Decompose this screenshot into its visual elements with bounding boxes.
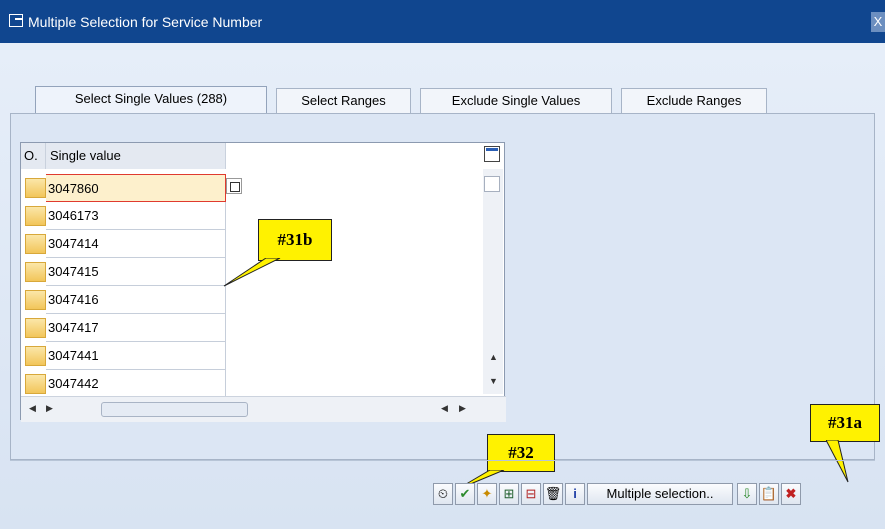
table-row: 3047441	[21, 342, 226, 370]
callout-32: #32	[487, 434, 555, 472]
row-selector[interactable]	[25, 346, 46, 366]
tab-label: Exclude Single Values	[451, 93, 581, 108]
scroll-up-icon[interactable]: ▲	[489, 352, 498, 362]
value-input[interactable]: 3047414	[46, 230, 226, 258]
scroll-right-icon[interactable]: ▶	[459, 403, 466, 414]
scroll-right-icon[interactable]: ▶	[46, 403, 53, 414]
value-input[interactable]: 3047417	[46, 314, 226, 342]
row-selector[interactable]	[25, 234, 46, 254]
cancel-icon[interactable]: ✖	[781, 483, 801, 505]
multi-line-entry-icon[interactable]	[226, 178, 242, 194]
table-row: 3047414	[21, 230, 226, 258]
value-input[interactable]: 3047441	[46, 342, 226, 370]
value-input[interactable]: 3047860	[46, 174, 226, 202]
row-selector[interactable]	[25, 206, 46, 226]
scroll-thumb[interactable]	[101, 402, 248, 417]
callout-pointer	[223, 258, 281, 287]
row-selector[interactable]	[25, 374, 46, 394]
insert-line-icon[interactable]: ⊞	[499, 483, 519, 505]
scroll-thumb[interactable]	[484, 176, 500, 192]
table-row: 3047415	[21, 258, 226, 286]
scroll-down-icon[interactable]: ▼	[489, 376, 498, 386]
value-input[interactable]: 3047442	[46, 370, 226, 398]
row-selector[interactable]	[25, 178, 46, 198]
delete-line-icon[interactable]: ⊟	[521, 483, 541, 505]
callout-pointer	[826, 440, 849, 483]
tab-label: Exclude Ranges	[646, 93, 742, 108]
value-input[interactable]: 3047416	[46, 286, 226, 314]
callout-31a: #31a	[810, 404, 880, 442]
row-selector[interactable]	[25, 262, 46, 282]
tab-select-single-values[interactable]: Select Single Values (288)	[35, 86, 267, 113]
import-icon[interactable]: ⇩	[737, 483, 757, 505]
window-icon	[9, 14, 23, 27]
scroll-left-icon[interactable]: ◀	[29, 403, 36, 414]
value-input[interactable]: 3046173	[46, 202, 226, 230]
tab-exclude-single-values[interactable]: Exclude Single Values	[420, 88, 612, 113]
table-row: 3046173	[21, 202, 226, 230]
value-input[interactable]: 3047415	[46, 258, 226, 286]
info-icon[interactable]: i	[565, 483, 585, 505]
tab-label: Select Single Values (288)	[74, 91, 228, 106]
scroll-left-icon[interactable]: ◀	[441, 403, 448, 414]
window-title: Multiple Selection for Service Number	[28, 14, 263, 30]
trash-icon[interactable]: 🗑	[543, 483, 563, 505]
tab-select-ranges[interactable]: Select Ranges	[276, 88, 411, 113]
table-row: 3047860	[21, 174, 226, 202]
paste-clipboard-icon[interactable]: 📋	[759, 483, 779, 505]
grid-settings-icon[interactable]	[484, 146, 500, 162]
vertical-scrollbar[interactable]: ▲ ▼	[483, 169, 503, 394]
column-header-single-value[interactable]: Single value	[46, 143, 226, 169]
tab-label: Select Ranges	[301, 93, 386, 108]
callout-31b: #31b	[258, 219, 332, 261]
check-icon[interactable]: ✔	[455, 483, 475, 505]
multiple-selection-button[interactable]: Multiple selection..	[587, 483, 733, 505]
row-selector[interactable]	[25, 290, 46, 310]
horizontal-scrollbar[interactable]: ◀ ▶ ◀ ▶	[21, 396, 506, 422]
multi-select-icon[interactable]: ✦	[477, 483, 497, 505]
table-row: 3047416	[21, 286, 226, 314]
window-titlebar: Multiple Selection for Service Number X	[0, 0, 885, 43]
clock-execute-icon[interactable]: ⏲	[433, 483, 453, 505]
table-row: 3047417	[21, 314, 226, 342]
table-row: 3047442	[21, 370, 226, 398]
close-icon[interactable]: X	[871, 12, 885, 32]
column-header-option[interactable]: O.	[21, 143, 46, 169]
row-selector[interactable]	[25, 318, 46, 338]
tab-exclude-ranges[interactable]: Exclude Ranges	[621, 88, 767, 113]
footer-divider	[10, 460, 875, 461]
